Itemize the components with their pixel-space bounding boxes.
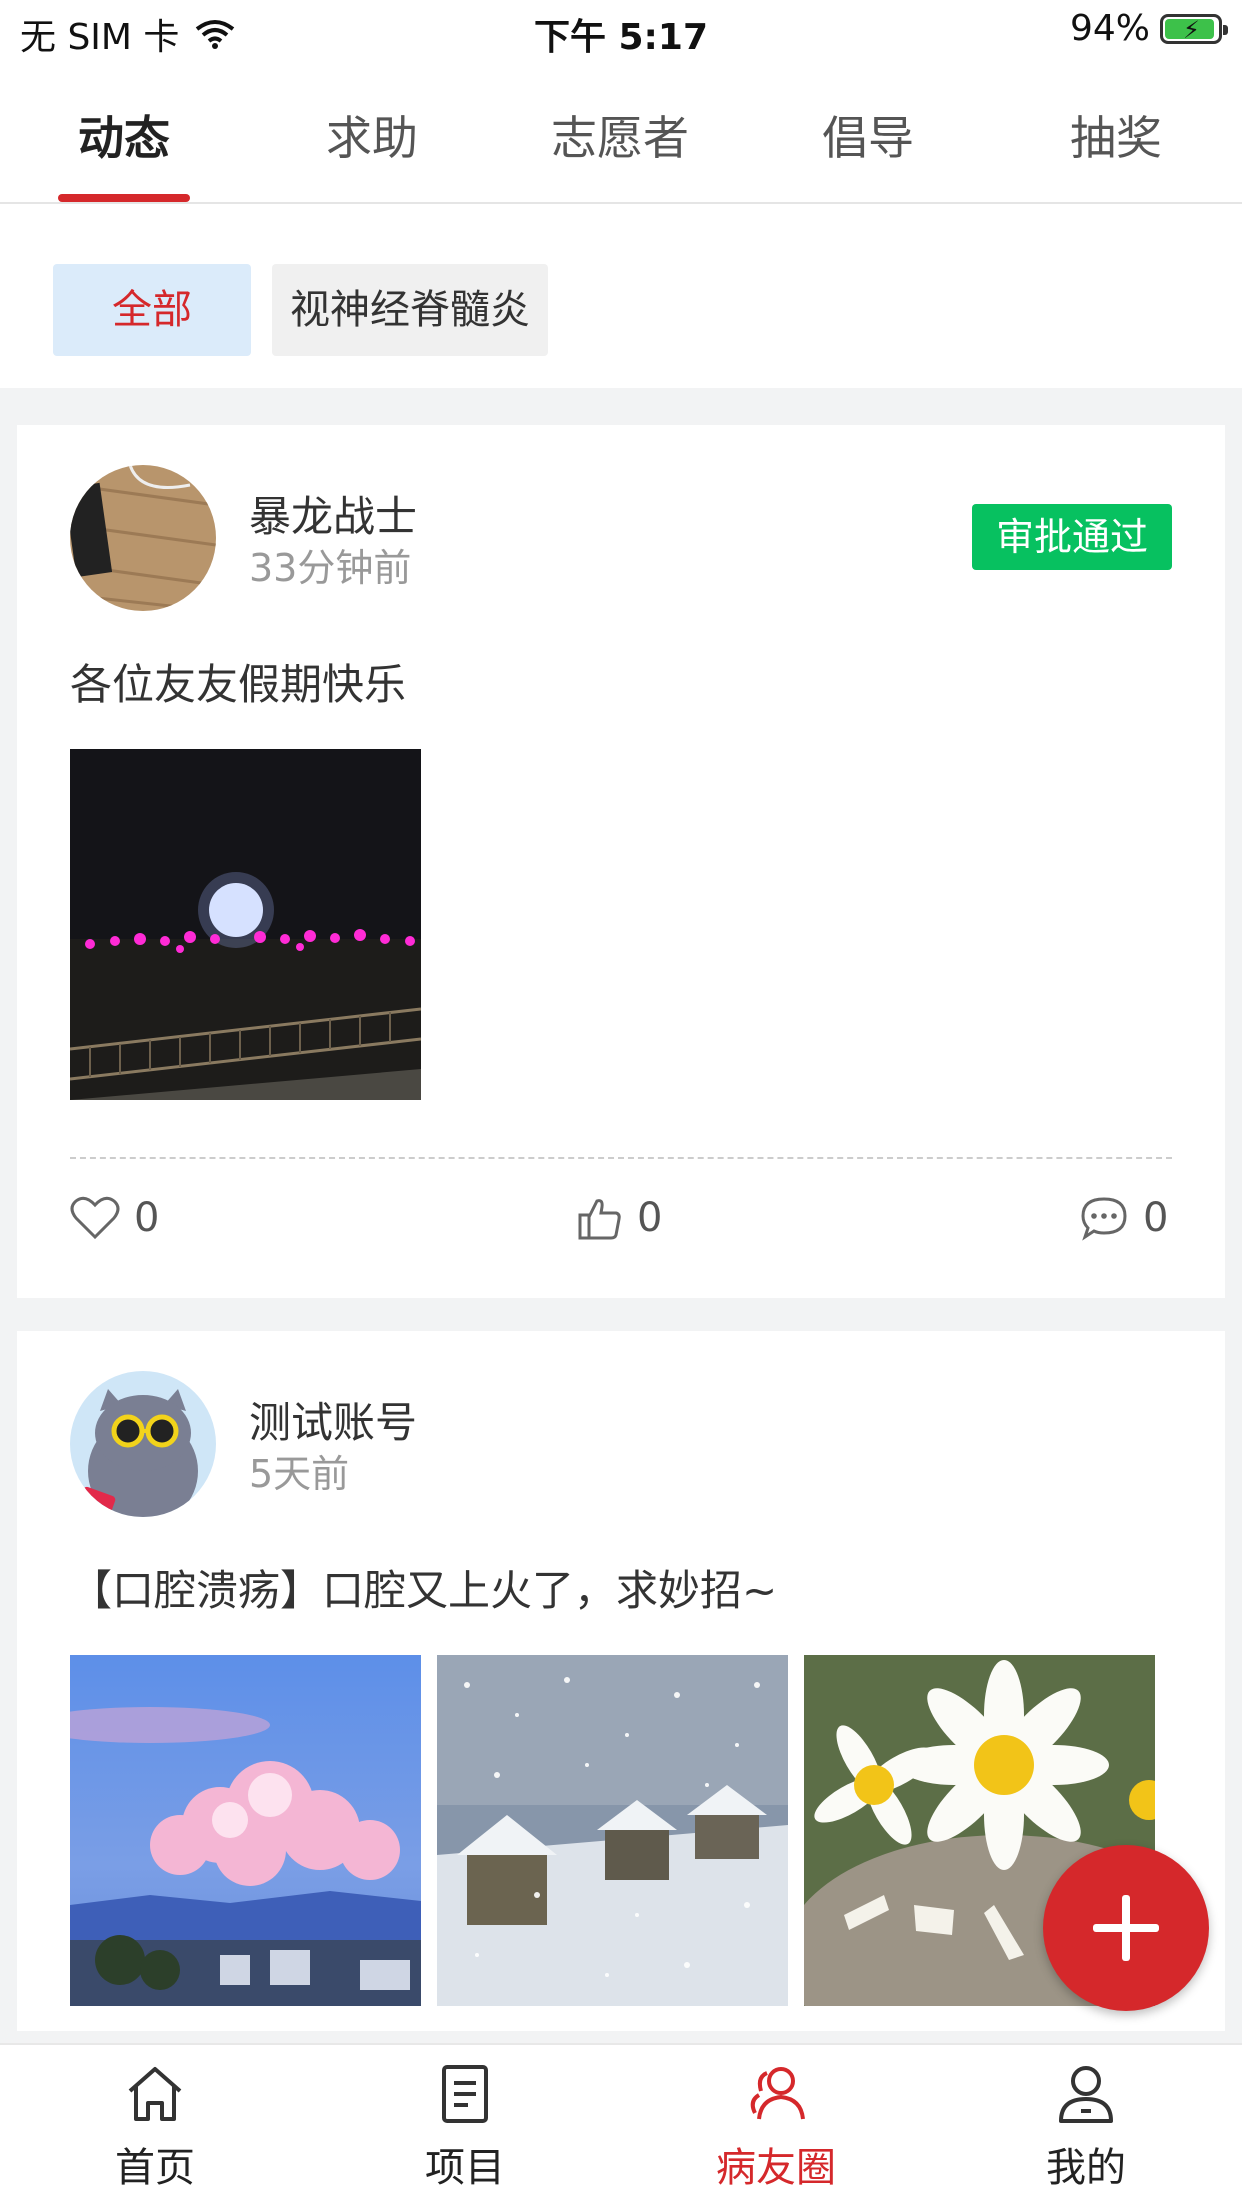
nav-label: 病友圈 [716,2145,836,2191]
add-post-button[interactable] [1043,1845,1209,2011]
tab-volunteers[interactable]: 志愿者 [530,102,710,168]
filter-bar: 全部 视神经脊髓炎 [0,204,1242,388]
status-badge: 审批通过 [972,504,1172,570]
divider [70,1157,1172,1159]
thumbs-up-icon [578,1199,621,1240]
nav-label: 首页 [115,2145,195,2191]
nav-label: 项目 [425,2145,505,2191]
author-name[interactable]: 暴龙战士 [249,483,417,544]
filter-chip-all[interactable]: 全部 [53,264,251,356]
nav-item-community[interactable]: 病友圈 [686,2063,866,2193]
nav-item-projects[interactable]: 项目 [375,2063,555,2193]
comment-button[interactable]: 0 [1079,1195,1168,1241]
status-bar: 无 SIM 卡 下午 5:17 94% ⚡ [0,0,1242,62]
avatar[interactable] [70,465,216,611]
active-tab-indicator [58,194,190,202]
post-image[interactable] [70,749,421,1100]
post-image[interactable] [437,1655,788,2006]
post-time: 33分钟前 [249,546,412,590]
home-icon [128,2067,182,2121]
post-text: 【口腔溃疡】口腔又上火了，求妙招~ [70,1566,778,1615]
post-image[interactable] [70,1655,421,2006]
nav-label: 我的 [1046,2145,1126,2191]
post-time: 5天前 [249,1452,350,1496]
comment-icon [1081,1197,1127,1241]
battery-icon: ⚡ [1160,13,1228,44]
avatar[interactable] [70,1371,216,1517]
tab-lottery[interactable]: 抽奖 [1026,102,1206,168]
post-card[interactable]: 暴龙战士 33分钟前 审批通过 各位友友假期快乐 0 0 0 [17,425,1225,1298]
post-text: 各位友友假期快乐 [70,660,407,709]
filter-chip-nmosd[interactable]: 视神经脊髓炎 [272,264,548,356]
like-count: 0 [134,1195,160,1241]
tab-advocacy[interactable]: 倡导 [778,102,958,168]
top-tab-bar: 动态 求助 志愿者 倡导 抽奖 [0,62,1242,204]
document-icon [442,2065,488,2123]
author-name[interactable]: 测试账号 [249,1389,417,1450]
thumbs-up-count: 0 [637,1195,663,1241]
tab-dynamics[interactable]: 动态 [34,102,214,168]
nav-item-mine[interactable]: 我的 [996,2063,1176,2193]
community-icon [750,2067,805,2120]
heart-icon [70,1196,120,1240]
clock: 下午 5:17 [533,17,709,58]
like-button[interactable]: 0 [70,1195,159,1241]
comment-count: 0 [1143,1195,1169,1241]
user-icon [1059,2066,1113,2123]
thumbs-up-button[interactable]: 0 [577,1195,662,1241]
battery-percent: 94% [1069,8,1150,49]
tab-help[interactable]: 求助 [282,102,462,168]
nav-item-home[interactable]: 首页 [65,2063,245,2193]
bottom-nav: 首页 项目 病友圈 我的 [0,2043,1242,2208]
